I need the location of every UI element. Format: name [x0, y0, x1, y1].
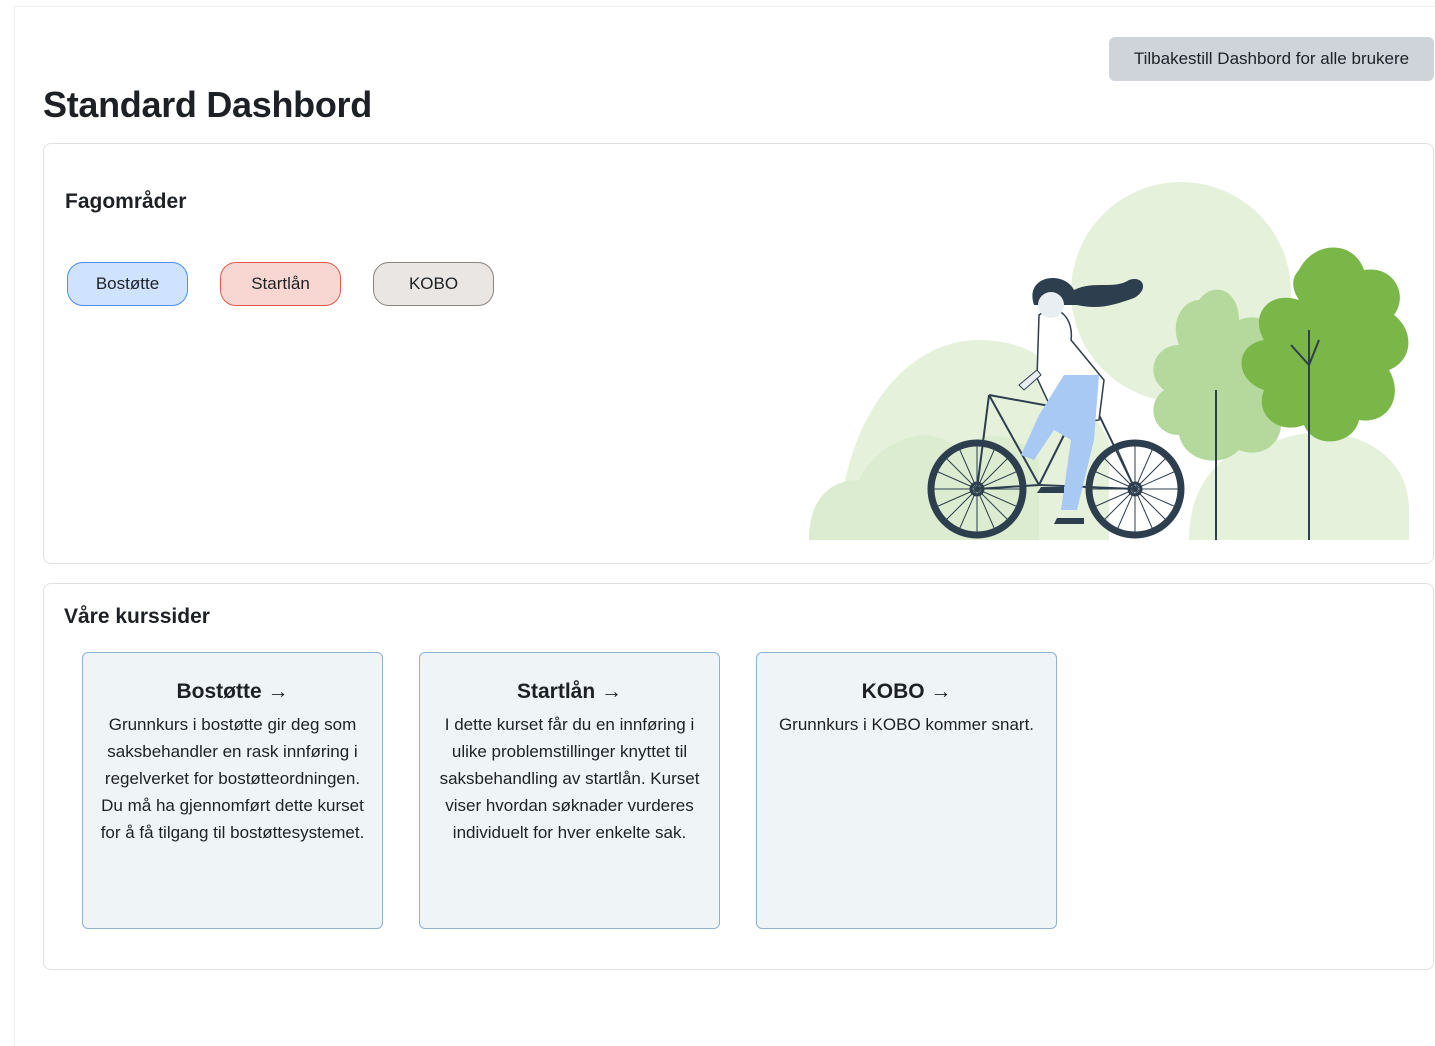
course-description: Grunnkurs i bostøtte gir deg som saksbeh… — [100, 715, 365, 842]
reset-dashboard-button[interactable]: Tilbakestill Dashbord for alle brukere — [1109, 37, 1434, 81]
pill-bostotte[interactable]: Bostøtte — [67, 262, 188, 306]
course-card-startlan[interactable]: Startlån → I dette kurset får du en innf… — [419, 652, 720, 929]
subject-areas-title: Fagområder — [65, 190, 187, 213]
course-pages-title: Våre kurssider — [64, 605, 210, 628]
course-title[interactable]: KOBO → — [767, 679, 1046, 705]
course-description: I dette kurset får du en innføring i uli… — [439, 715, 700, 842]
pill-startlan[interactable]: Startlån — [220, 262, 341, 306]
course-description: Grunnkurs i KOBO kommer snart. — [778, 715, 1035, 734]
subject-areas-card: Fagområder Bostøtte Startlån KOBO — [43, 143, 1434, 564]
cyclist-illustration — [809, 182, 1409, 540]
course-card-kobo[interactable]: KOBO → Grunnkurs i KOBO kommer snart. — [756, 652, 1057, 929]
course-title[interactable]: Bostøtte → — [93, 679, 372, 705]
page-title: Standard Dashbord — [43, 84, 372, 125]
pill-kobo[interactable]: KOBO — [373, 262, 494, 306]
course-title[interactable]: Startlån → — [430, 679, 709, 705]
course-pages-card: Våre kurssider Bostøtte → Grunnkurs i bo… — [43, 583, 1434, 970]
course-card-bostotte[interactable]: Bostøtte → Grunnkurs i bostøtte gir deg … — [82, 652, 383, 929]
